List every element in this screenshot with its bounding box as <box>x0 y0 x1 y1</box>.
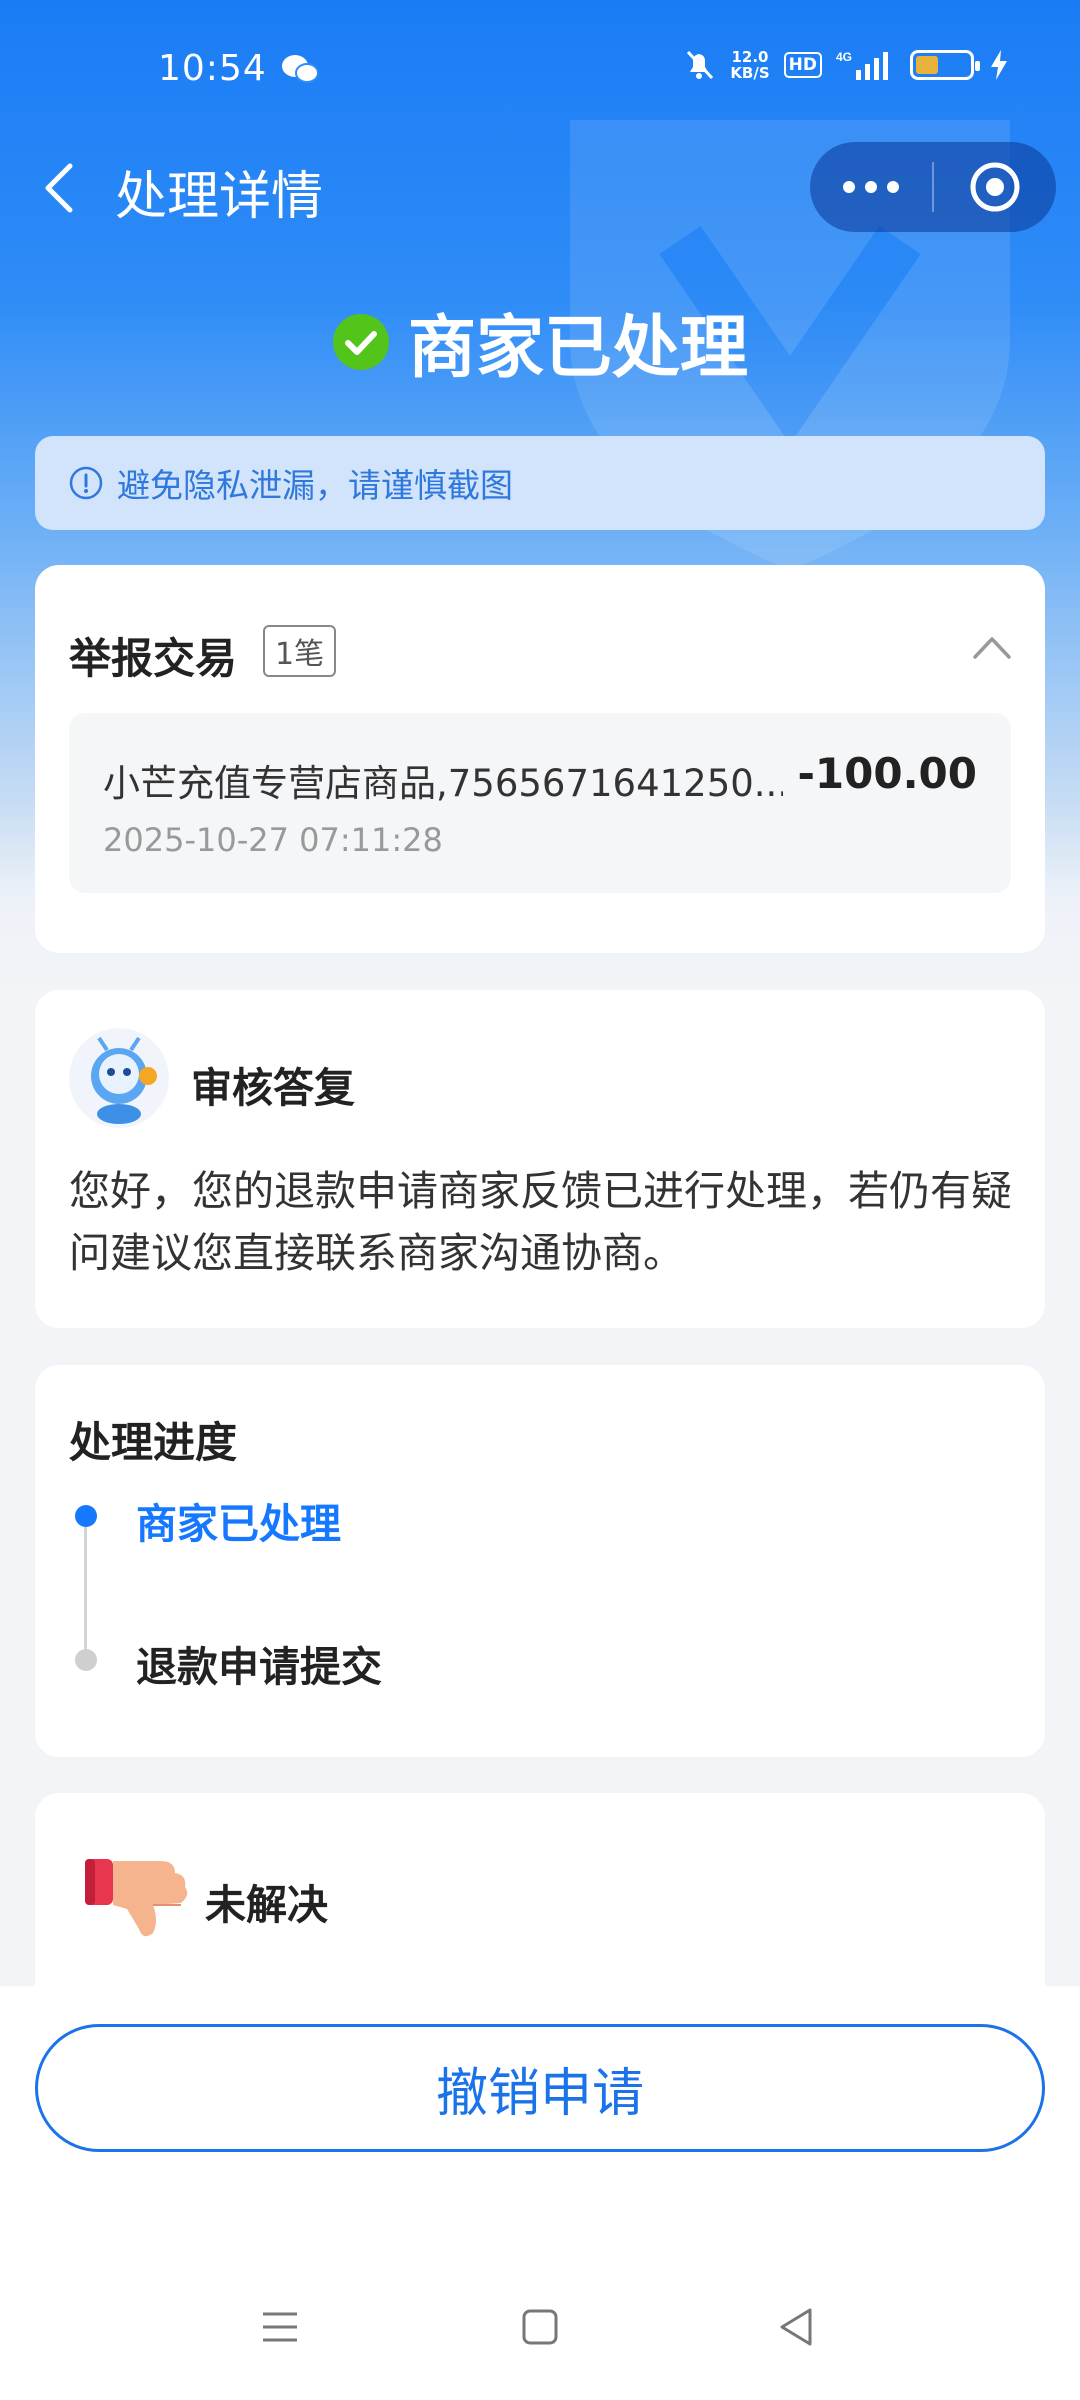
count-badge: 1笔 <box>263 625 337 677</box>
trade-item[interactable]: 小芒充值专营店商品,7565671641250... -100.00 2025-… <box>69 713 1011 893</box>
thumbs-down-icon <box>85 1859 188 1937</box>
step-refund-submitted: 退款申请提交 <box>136 1643 382 1691</box>
timeline-dot-active <box>75 1505 97 1527</box>
wechat-icon <box>282 55 319 83</box>
charging-icon <box>991 50 1007 80</box>
reply-body: 您好，您的退款申请商家反馈已进行处理，若仍有疑问建议您直接联系商家沟通协商。 <box>69 1167 1012 1277</box>
net-speed: 12.0 KB/S <box>730 49 769 81</box>
menu-icon[interactable] <box>255 2302 305 2352</box>
progress-title: 处理进度 <box>69 1418 238 1467</box>
robot-avatar <box>69 1028 169 1128</box>
status-heading: 商家已处理 <box>0 292 1080 391</box>
robot-avatar-icon <box>91 1036 157 1124</box>
report-title: 举报交易 <box>69 634 238 683</box>
signal-icon: 4G <box>836 50 888 80</box>
info-icon <box>69 466 103 500</box>
page-title: 处理详情 <box>115 167 324 227</box>
target-icon[interactable] <box>934 142 1056 232</box>
mute-bell-icon <box>687 50 714 80</box>
unresolved-label: 未解决 <box>205 1881 328 1929</box>
privacy-tip: 避免隐私泄漏，请谨慎截图 <box>35 436 1045 530</box>
system-nav-bar <box>0 2286 1080 2366</box>
status-text: 商家已处理 <box>407 309 748 388</box>
status-bar: 10:54 12.0 KB/S HD 4G <box>0 0 1080 140</box>
hd-badge: HD <box>783 52 822 78</box>
svg-text:4G: 4G <box>836 50 852 64</box>
trade-time: 2025-10-27 07:11:28 <box>103 821 443 859</box>
net-speed-value: 12.0 <box>731 48 769 66</box>
trade-amount: -100.00 <box>797 749 977 798</box>
home-square-icon[interactable] <box>515 2302 565 2352</box>
status-icons: 12.0 KB/S HD 4G <box>682 48 1010 82</box>
status-time: 10:54 <box>158 48 267 89</box>
back-triangle-icon[interactable] <box>772 2302 822 2352</box>
trade-name: 小芒充值专营店商品,7565671641250... <box>103 762 783 805</box>
progress-card: 处理进度 商家已处理 退款申请提交 <box>35 1365 1045 1757</box>
timeline-line <box>84 1515 87 1653</box>
bottom-action-panel: 撤销申请 <box>0 1986 1080 2400</box>
chevron-left-icon[interactable] <box>30 158 90 218</box>
net-speed-unit: KB/S <box>730 64 770 82</box>
revoke-request-button[interactable]: 撤销申请 <box>35 2024 1045 2152</box>
timeline-dot-done <box>75 1649 97 1671</box>
step-merchant-processed: 商家已处理 <box>136 1500 341 1548</box>
report-card: 举报交易 1笔 小芒充值专营店商品,7565671641250... -100.… <box>35 565 1045 953</box>
battery-icon <box>910 50 980 80</box>
reply-title: 审核答复 <box>191 1064 355 1112</box>
check-circle-icon <box>332 313 389 370</box>
mini-program-capsule <box>810 142 1056 232</box>
more-dots-icon[interactable] <box>810 142 932 232</box>
reply-card: 审核答复 您好，您的退款申请商家反馈已进行处理，若仍有疑问建议您直接联系商家沟通… <box>35 990 1045 1328</box>
chevron-up-icon[interactable] <box>969 625 1015 671</box>
tip-text: 避免隐私泄漏，请谨慎截图 <box>117 466 513 505</box>
page: 10:54 12.0 KB/S HD 4G 处理详情 商家已处理 避免隐私泄漏，… <box>0 0 1080 2400</box>
nav-header: 处理详情 <box>0 140 1080 236</box>
